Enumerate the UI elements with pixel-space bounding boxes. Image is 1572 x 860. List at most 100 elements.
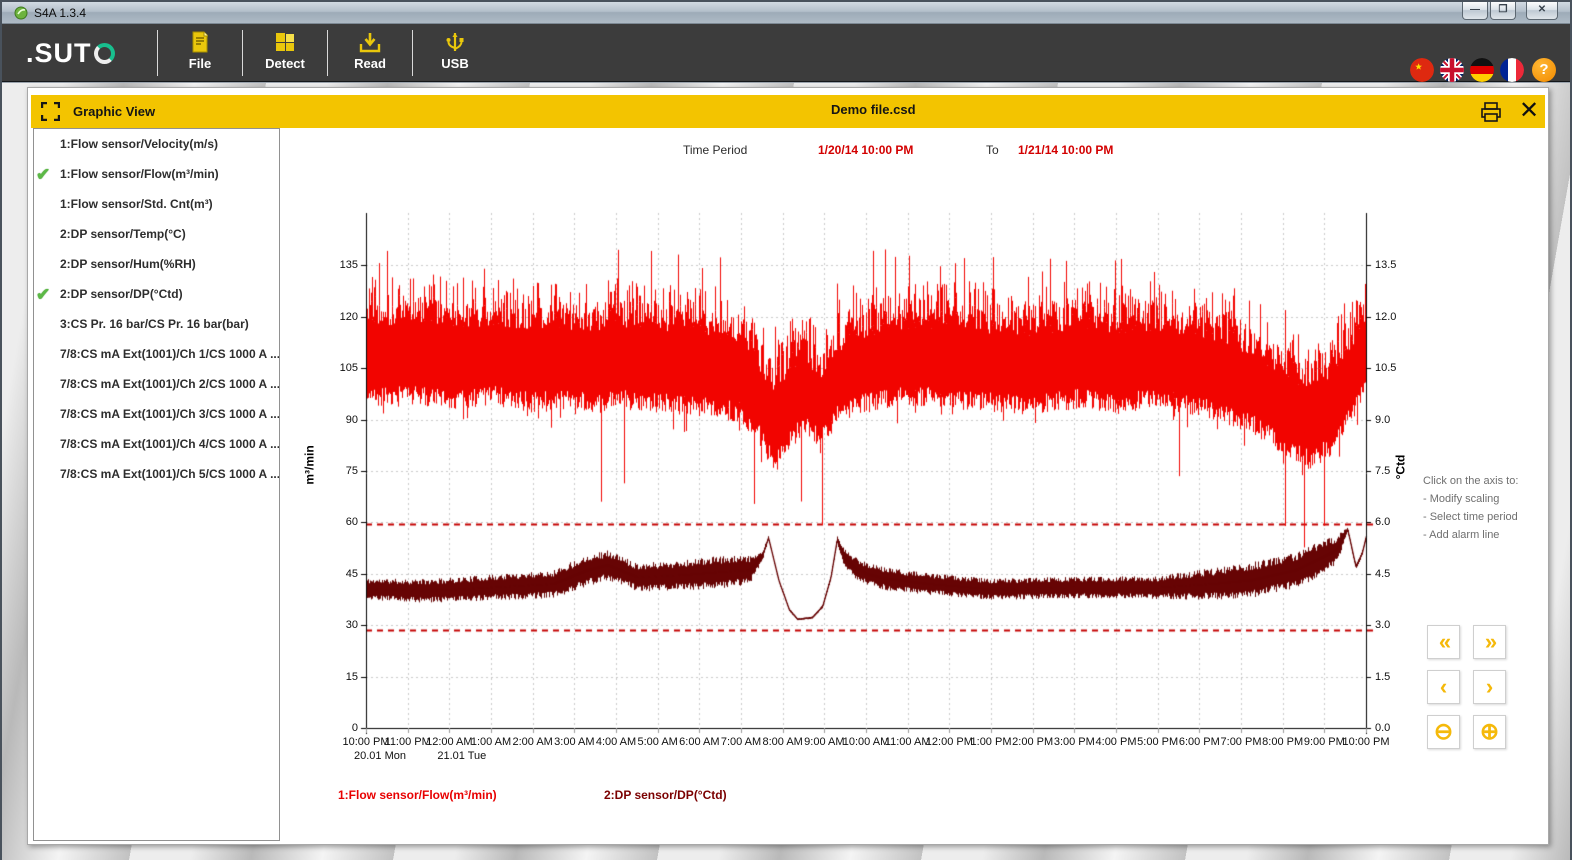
x-tick-label[interactable]: 5:00 AM [637,736,677,748]
minimize-button[interactable]: — [1462,2,1488,20]
channel-list-item[interactable]: 7/8:CS mA Ext(1001)/Ch 4/CS 1000 A ... [34,429,279,459]
x-tick-label[interactable]: 9:00 AM [804,736,844,748]
x-tick-label[interactable]: 4:00 PM [1096,736,1137,748]
channel-list-item-label: 7/8:CS mA Ext(1001)/Ch 4/CS 1000 A ... [60,437,280,451]
channel-list-item[interactable]: 7/8:CS mA Ext(1001)/Ch 5/CS 1000 A ... [34,459,279,489]
x-tick-label[interactable]: 11:00 AM [885,736,931,748]
y-right-tick-label[interactable]: 10.5 [1375,362,1409,374]
maximize-button[interactable]: ❐ [1490,2,1516,20]
zoom-out-button[interactable]: ⊖ [1427,715,1460,749]
nav-fast-back-button[interactable]: « [1427,625,1460,659]
close-button[interactable]: ✕ [1526,2,1558,20]
x-tick-label[interactable]: 8:00 AM [762,736,802,748]
y-right-axis-title[interactable]: °Ctd [1393,455,1407,480]
file-icon [188,30,212,54]
y-right-tick-label[interactable]: 3.0 [1375,619,1409,631]
y-right-tick-label[interactable]: 6.0 [1375,516,1409,528]
x-tick-label[interactable]: 3:00 PM [1054,736,1095,748]
uk-flag-button[interactable] [1440,58,1464,82]
view-title: Graphic View [73,104,155,119]
x-day-label[interactable]: 20.01 Mon [354,750,406,762]
x-tick-label[interactable]: 10:00 AM [843,736,889,748]
nav-forward-button[interactable]: › [1473,670,1506,704]
y-left-tick-label[interactable]: 0 [324,722,358,734]
y-left-tick-label[interactable]: 75 [324,465,358,477]
x-tick-label[interactable]: 11:00 PM [385,736,431,748]
y-left-tick-label[interactable]: 105 [324,362,358,374]
file-button[interactable]: File [158,26,242,80]
detect-button-label: Detect [265,56,305,71]
channel-list-item-label: 7/8:CS mA Ext(1001)/Ch 1/CS 1000 A ... [60,347,280,361]
channel-list-item-label: 7/8:CS mA Ext(1001)/Ch 2/CS 1000 A ... [60,377,280,391]
usb-button[interactable]: USB [413,26,497,80]
y-left-axis-title[interactable]: m³/min [303,445,317,484]
x-tick-label[interactable]: 10:00 PM [342,736,389,748]
read-icon [358,30,382,54]
x-tick-label[interactable]: 10:00 PM [1342,736,1389,748]
y-left-tick-label[interactable]: 60 [324,516,358,528]
axis-help-item: - Modify scaling [1423,491,1518,508]
channel-list-item[interactable]: 7/8:CS mA Ext(1001)/Ch 2/CS 1000 A ... [34,369,279,399]
y-left-tick-label[interactable]: 90 [324,414,358,426]
channel-list-item[interactable]: 7/8:CS mA Ext(1001)/Ch 3/CS 1000 A ... [34,399,279,429]
channel-list-item[interactable]: 2:DP sensor/Temp(°C) [34,219,279,249]
y-right-tick-label[interactable]: 12.0 [1375,311,1409,323]
time-period-to[interactable]: 1/21/14 10:00 PM [1018,143,1113,157]
x-tick-label[interactable]: 6:00 AM [679,736,719,748]
china-flag-button[interactable] [1410,58,1434,82]
y-left-tick-label[interactable]: 15 [324,671,358,683]
x-tick-label[interactable]: 1:00 AM [471,736,511,748]
channel-list-item[interactable]: 2:DP sensor/Hum(%RH) [34,249,279,279]
y-left-tick-label[interactable]: 45 [324,568,358,580]
close-view-icon[interactable]: ✕ [1519,97,1539,125]
y-right-tick-label[interactable]: 9.0 [1375,414,1409,426]
x-tick-label[interactable]: 7:00 AM [721,736,761,748]
time-period-from[interactable]: 1/20/14 10:00 PM [818,143,913,157]
title-bar[interactable]: S4A 1.3.4 — ❐ ✕ [2,2,1570,24]
legend-flow: 1:Flow sensor/Flow(m³/min) [338,788,497,802]
x-tick-label[interactable]: 8:00 PM [1262,736,1303,748]
read-button[interactable]: Read [328,26,412,80]
channel-list-item-label: 2:DP sensor/DP(°Ctd) [60,287,183,301]
x-tick-label[interactable]: 12:00 AM [426,736,472,748]
channel-list-item[interactable]: 7/8:CS mA Ext(1001)/Ch 1/CS 1000 A ... [34,339,279,369]
zoom-in-button[interactable]: ⊕ [1473,715,1506,749]
expand-icon[interactable] [41,102,60,121]
channel-list-item-label: 7/8:CS mA Ext(1001)/Ch 5/CS 1000 A ... [60,467,280,481]
chart-canvas[interactable] [343,203,1388,768]
y-right-tick-label[interactable]: 1.5 [1375,671,1409,683]
x-tick-label[interactable]: 4:00 AM [596,736,636,748]
channel-list-item[interactable]: 1:Flow sensor/Velocity(m/s) [34,129,279,159]
x-tick-label[interactable]: 3:00 AM [554,736,594,748]
channel-list-item[interactable]: 3:CS Pr. 16 bar/CS Pr. 16 bar(bar) [34,309,279,339]
x-tick-label[interactable]: 1:00 PM [971,736,1012,748]
x-tick-label[interactable]: 12:00 PM [926,736,973,748]
x-tick-label[interactable]: 2:00 PM [1012,736,1053,748]
x-tick-label[interactable]: 7:00 PM [1221,736,1262,748]
y-right-tick-label[interactable]: 4.5 [1375,568,1409,580]
print-icon[interactable] [1479,100,1503,124]
nav-fast-forward-button[interactable]: » [1473,625,1506,659]
y-left-tick-label[interactable]: 135 [324,259,358,271]
app-background: Graphic View Demo file.csd ✕ 1:Flow sens… [2,83,1570,860]
detect-button[interactable]: Detect [243,26,327,80]
channel-list-item[interactable]: ✔2:DP sensor/DP(°Ctd) [34,279,279,309]
channel-list-item[interactable]: ✔1:Flow sensor/Flow(m³/min) [34,159,279,189]
read-button-label: Read [354,56,386,71]
help-button[interactable]: ? [1532,58,1556,82]
y-left-tick-label[interactable]: 30 [324,619,358,631]
france-flag-button[interactable] [1500,58,1524,82]
axis-help-title: Click on the axis to: [1423,473,1518,490]
x-tick-label[interactable]: 2:00 AM [512,736,552,748]
nav-back-button[interactable]: ‹ [1427,670,1460,704]
channel-list-item[interactable]: 1:Flow sensor/Std. Cnt(m³) [34,189,279,219]
x-tick-label[interactable]: 6:00 PM [1179,736,1220,748]
y-right-tick-label[interactable]: 0.0 [1375,722,1409,734]
x-tick-label[interactable]: 9:00 PM [1304,736,1345,748]
app-window: S4A 1.3.4 — ❐ ✕ .SUTO File [0,0,1572,860]
y-right-tick-label[interactable]: 13.5 [1375,259,1409,271]
y-left-tick-label[interactable]: 120 [324,311,358,323]
germany-flag-button[interactable] [1470,58,1494,82]
x-day-label[interactable]: 21.01 Tue [437,750,486,762]
x-tick-label[interactable]: 5:00 PM [1137,736,1178,748]
